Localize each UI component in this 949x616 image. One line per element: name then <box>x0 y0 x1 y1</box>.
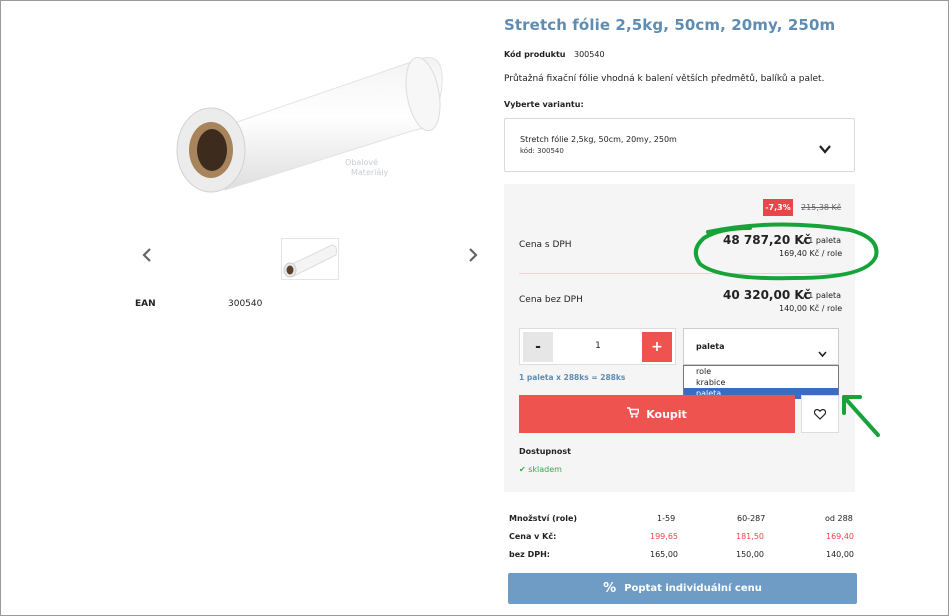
gallery-prev-arrow-icon[interactable] <box>142 247 152 266</box>
gallery-thumbnail[interactable] <box>281 238 339 280</box>
unit-select-value: paleta <box>696 342 725 351</box>
cart-icon <box>627 407 641 421</box>
percent-icon: % <box>603 581 617 596</box>
heart-icon <box>813 405 827 424</box>
chevron-down-icon <box>819 139 831 158</box>
tier-row-label: bez DPH: <box>509 550 550 559</box>
tier-row-label: Cena v Kč: <box>509 532 557 541</box>
variant-selector[interactable]: Stretch fólie 2,5kg, 50cm, 20my, 250m kó… <box>504 118 855 172</box>
request-individual-price-button[interactable]: % Poptat individuální cenu <box>508 573 857 604</box>
wishlist-button[interactable] <box>801 395 839 433</box>
unit-option-role[interactable]: role <box>684 366 838 377</box>
ean-value: 300540 <box>228 299 263 309</box>
product-code-value: 300540 <box>574 50 605 59</box>
unit-option-krabice[interactable]: krabice <box>684 377 838 388</box>
availability-value: skladem <box>528 465 562 474</box>
tier-cell: 181,50 <box>736 532 764 541</box>
variant-code: kód: 300540 <box>520 147 564 155</box>
buy-button-label: Koupit <box>646 407 687 421</box>
tier-cell: 1-59 <box>657 514 676 523</box>
watermark-logo: Obalové Materiály <box>345 158 389 177</box>
tier-cell: 165,00 <box>650 550 678 559</box>
unit-dropdown-list: role krabice paleta <box>683 365 839 399</box>
availability-status: ✔ skladem <box>519 465 562 474</box>
chevron-down-icon <box>818 343 827 362</box>
tier-row-label: Množství (role) <box>509 514 578 523</box>
discount-badge: -7,3% <box>763 199 793 216</box>
variant-label: Vyberte variantu: <box>504 100 584 109</box>
quantity-plus-button[interactable]: + <box>642 332 672 362</box>
request-individual-price-label: Poptat individuální cenu <box>624 583 762 594</box>
quantity-stepper: - 1 + <box>519 328 676 365</box>
product-code-label: Kód produktu <box>504 50 566 59</box>
buy-button[interactable]: Koupit <box>519 395 795 433</box>
tier-cell: 169,40 <box>826 532 854 541</box>
tier-cell: 199,65 <box>650 532 678 541</box>
product-description: Průtažná fixační fólie vhodná k balení v… <box>504 74 825 84</box>
ean-label: EAN <box>135 299 156 309</box>
tier-cell: 60-287 <box>737 514 766 523</box>
tier-cell: 150,00 <box>736 550 764 559</box>
conversion-note: 1 paleta x 288ks = 288ks <box>519 373 626 382</box>
product-title: Stretch fólie 2,5kg, 50cm, 20my, 250m <box>504 16 836 34</box>
quantity-input[interactable]: 1 <box>560 329 636 364</box>
product-image[interactable]: Obalové Materiály <box>165 38 455 198</box>
price-with-vat-label: Cena s DPH <box>519 240 572 250</box>
price-without-vat-main: 40 320,00 Kč <box>723 288 811 302</box>
price-tier-table: Množství (role) 1-59 60-287 od 288 Cena … <box>504 505 855 567</box>
check-icon: ✔ <box>519 465 526 474</box>
annotation-arrow <box>842 395 880 437</box>
tier-cell: 140,00 <box>826 550 854 559</box>
price-without-vat-unit: / 1 paleta <box>803 291 842 300</box>
tier-cell: od 288 <box>825 514 853 523</box>
gallery-next-arrow-icon[interactable] <box>468 247 478 266</box>
unit-select[interactable]: paleta <box>683 328 839 365</box>
annotation-circle <box>693 222 879 281</box>
variant-name: Stretch fólie 2,5kg, 50cm, 20my, 250m <box>520 135 677 144</box>
price-without-vat-per-role: 140,00 Kč / role <box>779 304 843 313</box>
quantity-minus-button[interactable]: - <box>523 332 553 362</box>
price-without-vat-label: Cena bez DPH <box>519 295 583 305</box>
availability-label: Dostupnost <box>519 447 571 456</box>
old-price: 215,38 Kč <box>801 203 842 212</box>
